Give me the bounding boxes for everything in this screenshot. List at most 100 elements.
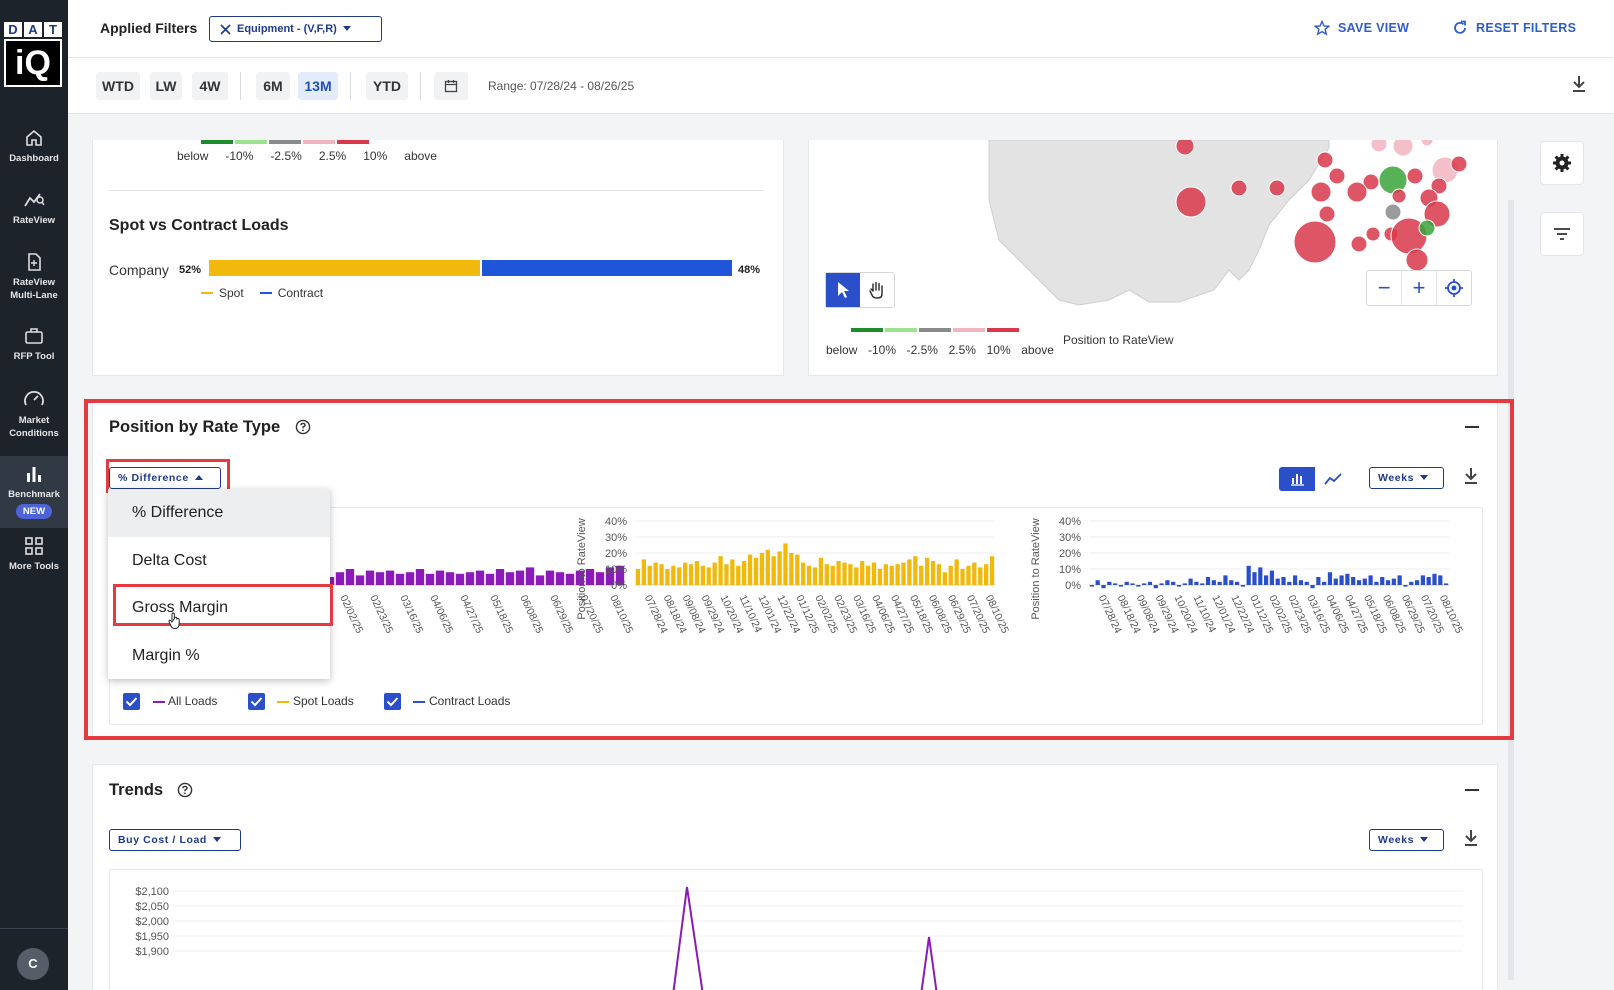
logo-letter: T: [44, 22, 62, 37]
sidebar-item-more-tools[interactable]: More Tools: [0, 536, 68, 573]
sidebar-item-benchmark[interactable]: Benchmark NEW: [0, 456, 68, 528]
trends-period-label: Weeks: [1378, 834, 1415, 846]
logo-letters: D A T: [4, 22, 62, 37]
cursor-arrow-icon: [838, 282, 849, 298]
map-marker: [1310, 181, 1332, 203]
spot-percent: 52%: [179, 264, 202, 276]
caret-down-icon: [212, 837, 221, 842]
map-zoom-controls: − +: [1366, 270, 1472, 306]
sidebar-item-rateview-multi-lane[interactable]: RateView Multi-Lane: [0, 252, 68, 302]
filter-panel-button[interactable]: [1540, 212, 1584, 256]
divider: [240, 72, 241, 100]
y-tick-label: $2,000: [135, 916, 169, 928]
map-marker: [1316, 151, 1334, 169]
range-button-6m[interactable]: 6M: [256, 72, 290, 100]
range-button-ytd[interactable]: YTD: [366, 72, 408, 100]
logo-mark: iQ: [4, 39, 62, 87]
spot-segment[interactable]: [209, 260, 480, 276]
collapse-icon[interactable]: [1465, 789, 1479, 791]
map-marker: [1230, 179, 1248, 197]
range-button-13m[interactable]: 13M: [298, 72, 338, 100]
settings-button[interactable]: [1540, 141, 1584, 185]
hand-icon: [869, 281, 883, 299]
map-marker: [1384, 203, 1402, 221]
map-marker: [1175, 140, 1195, 156]
contract-legend-line: [259, 292, 272, 294]
map-marker: [1450, 155, 1468, 173]
divider: [109, 190, 764, 191]
legend-label: -10%: [225, 149, 254, 163]
recenter-button[interactable]: [1435, 271, 1471, 305]
legend-label: -2.5%: [270, 149, 302, 163]
filter-chip-label: Equipment - (V,F,R): [237, 23, 337, 35]
logo-letter: D: [4, 22, 22, 37]
reset-filters-button[interactable]: RESET FILTERS: [1452, 20, 1576, 36]
highlight-frame-dropdown: [106, 459, 230, 493]
range-button-4w[interactable]: 4W: [192, 72, 228, 100]
menu-item-margin-percent[interactable]: Margin %: [108, 632, 330, 680]
gear-icon: [1553, 154, 1571, 172]
map-marker: [1268, 179, 1286, 197]
legend-label: 2.5%: [318, 149, 347, 163]
range-button-wtd[interactable]: WTD: [96, 72, 140, 100]
dat-iq-logo[interactable]: D A T iQ: [4, 22, 62, 90]
map-marker: [1406, 167, 1424, 185]
header: Applied Filters Equipment - (V,F,R) SAVE…: [68, 0, 1614, 58]
pan-mode-button[interactable]: [860, 273, 894, 307]
menu-item-percent-difference[interactable]: % Difference: [108, 489, 330, 537]
avatar[interactable]: C: [17, 948, 49, 980]
menu-item-delta-cost[interactable]: Delta Cost: [108, 537, 330, 585]
y-tick-label: $1,900: [135, 946, 169, 958]
equipment-filter-chip[interactable]: Equipment - (V,F,R): [209, 16, 382, 42]
applied-filters-label: Applied Filters: [100, 20, 198, 36]
map-marker: [1328, 167, 1346, 185]
map-marker: [1175, 186, 1207, 218]
sidebar-item-label: Market Conditions: [9, 415, 59, 439]
logo-letter: A: [24, 22, 42, 37]
sidebar-item-label: More Tools: [9, 561, 59, 572]
grid-icon: [25, 537, 43, 555]
download-icon[interactable]: [1570, 74, 1588, 94]
spot-contract-bar: [209, 260, 732, 276]
download-icon[interactable]: [1463, 829, 1479, 847]
close-icon[interactable]: [220, 23, 231, 35]
select-mode-button[interactable]: [826, 273, 860, 307]
map-marker: [1350, 235, 1368, 253]
sidebar-item-dashboard[interactable]: Dashboard: [0, 128, 68, 165]
sidebar-item-label: RateView: [12, 215, 56, 226]
sidebar-item-label: Benchmark: [8, 489, 60, 500]
zoom-in-button[interactable]: +: [1401, 271, 1435, 305]
series-line: [920, 936, 938, 990]
caret-down-icon: [342, 26, 351, 31]
hand-cursor-icon: [168, 612, 180, 630]
filter-lines-icon: [1554, 228, 1570, 240]
contract-percent: 48%: [738, 264, 761, 276]
sidebar-divider: [0, 928, 68, 929]
sidebar-item-rfp-tool[interactable]: RFP Tool: [0, 326, 68, 363]
company-row-label: Company: [109, 262, 169, 278]
range-button-lw[interactable]: LW: [150, 72, 182, 100]
calendar-icon: [444, 80, 458, 93]
save-view-button[interactable]: SAVE VIEW: [1314, 20, 1409, 36]
trends-period-dropdown[interactable]: Weeks: [1369, 829, 1444, 851]
legend-swatch: [885, 328, 917, 332]
calendar-button[interactable]: [434, 72, 468, 100]
sidebar-item-market-conditions[interactable]: Market Conditions: [0, 388, 68, 440]
legend-swatch: [201, 140, 233, 144]
help-icon[interactable]: [177, 782, 193, 798]
refresh-icon: [1454, 20, 1466, 34]
legend-swatch: [987, 328, 1019, 332]
spot-vs-contract-card: below -10% -2.5% 2.5% 10% above Spot vs …: [92, 140, 784, 376]
trends-metric-dropdown[interactable]: Buy Cost / Load: [109, 829, 241, 851]
legend-swatch: [851, 328, 883, 332]
sidebar-item-rateview[interactable]: RateView: [0, 190, 68, 227]
map-legend-colors: [851, 328, 1019, 332]
legend-swatch: [919, 328, 951, 332]
map-legend-title: Position to RateView: [1063, 333, 1174, 347]
legend-swatch: [303, 140, 335, 144]
zoom-out-button[interactable]: −: [1367, 271, 1401, 305]
trends-card: Trends Buy Cost / Load Weeks $2,100 $2,05…: [92, 764, 1498, 990]
legend-swatch: [235, 140, 267, 144]
map-legend-labels: below -10% -2.5% 2.5% 10% above: [826, 343, 1054, 357]
contract-segment[interactable]: [481, 260, 732, 276]
